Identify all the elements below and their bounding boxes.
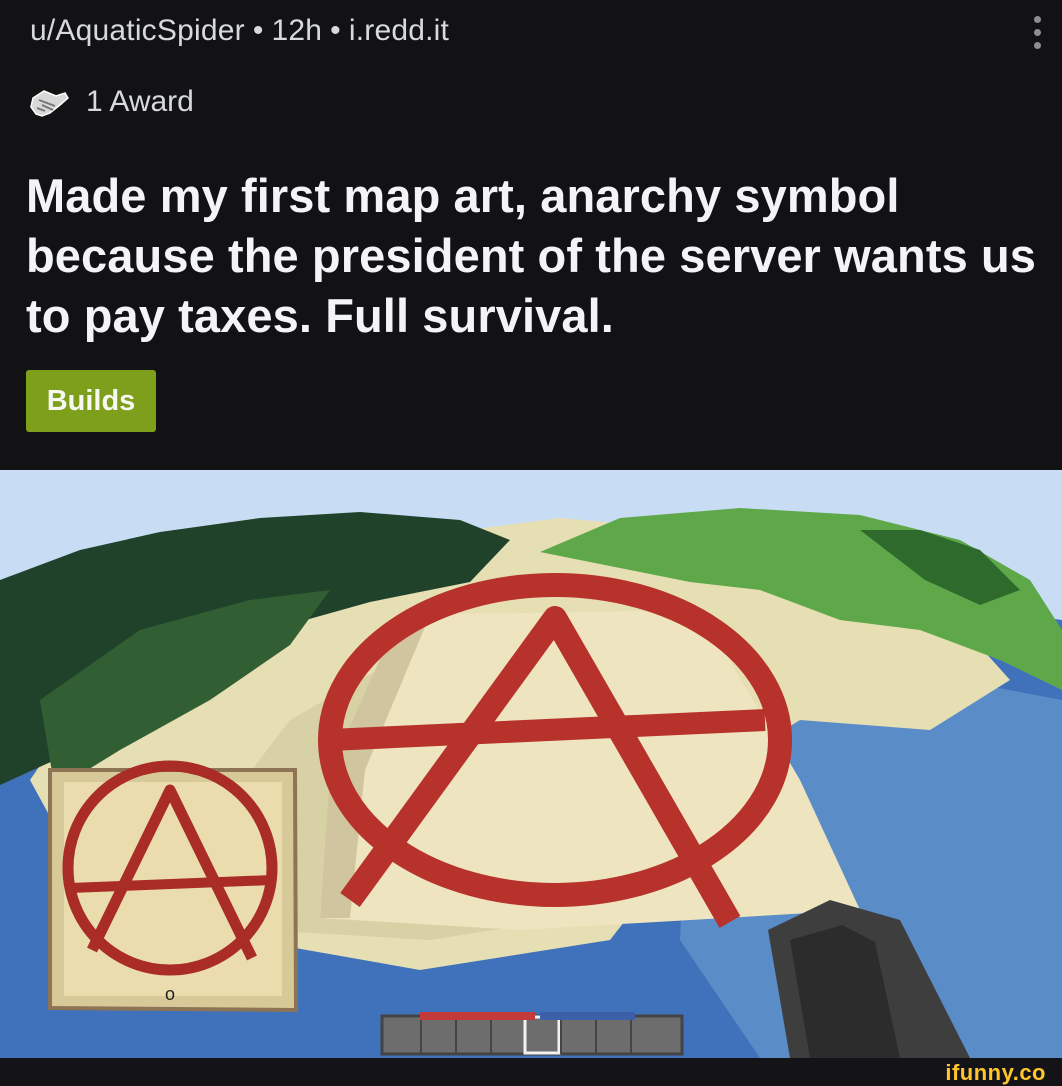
post-meta: u/AquaticSpider • 12h • i.redd.it [30,14,449,48]
minecraft-screenshot[interactable]: o [0,470,1062,1058]
domain-link[interactable]: i.redd.it [349,14,449,47]
kebab-menu-icon[interactable] [1030,16,1044,52]
separator: • [330,14,341,47]
footer-bar [0,1058,1062,1082]
post-header: u/AquaticSpider • 12h • i.redd.it 1 Award Ma… [0,0,1062,470]
separator: • [252,14,264,47]
hotbar [380,1014,684,1056]
post-title[interactable]: Made my first map art, anarchy symbol be… [26,166,1036,346]
award-icon [30,90,69,117]
armor-bar [540,1012,635,1020]
map-marker: o [165,984,175,1004]
ifunny-watermark: ifunny.co [945,1060,1046,1085]
award-text: 1 Award [86,85,194,118]
flair-badge[interactable]: Builds [26,370,156,432]
post-time: 12h [271,14,323,47]
username-link[interactable]: u/AquaticSpider [30,14,245,47]
award-row[interactable]: 1 Award [28,82,194,122]
health-bar [420,1012,535,1020]
